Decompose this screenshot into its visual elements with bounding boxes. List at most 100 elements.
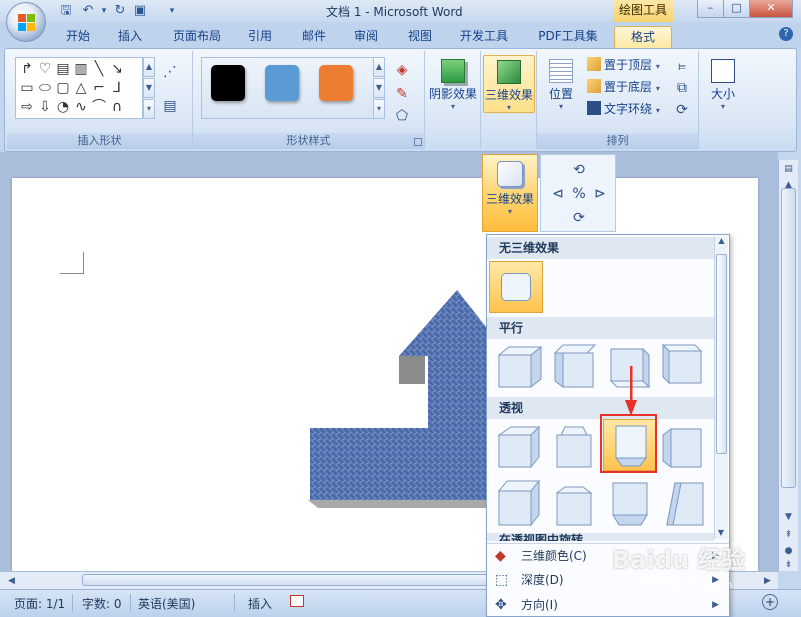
tab-home[interactable]: 开始 xyxy=(58,26,98,48)
tilt-down-icon[interactable]: ⟳ xyxy=(570,209,588,227)
close-button[interactable]: ✕ xyxy=(749,0,793,18)
scroll-left-icon[interactable]: ◀ xyxy=(4,574,19,588)
size-button[interactable]: 大小 ▾ xyxy=(703,55,743,111)
no-3d-option[interactable] xyxy=(489,261,543,313)
perspective-option-8[interactable] xyxy=(659,477,713,529)
arrow-line-icon[interactable]: ↘ xyxy=(108,60,126,78)
parallel-option-2[interactable] xyxy=(547,341,601,393)
style-swatch-black[interactable] xyxy=(211,65,245,101)
tab-mailings[interactable]: 邮件 xyxy=(294,26,334,48)
vertical-scrollbar[interactable]: ▤ ▲ ▼ ⇞ ● ⇟ xyxy=(778,160,798,571)
tab-format[interactable]: 格式 xyxy=(614,26,672,48)
change-shape-icon[interactable]: ⬠ xyxy=(393,107,411,125)
group-icon[interactable]: ⧉ xyxy=(673,79,691,97)
send-to-back-button[interactable]: 置于底层 ▾ xyxy=(587,77,660,97)
tab-insert[interactable]: 插入 xyxy=(110,26,150,48)
shapes-scroll-up-icon[interactable]: ▲ xyxy=(143,57,155,77)
shape-outline-icon[interactable]: ✎ xyxy=(393,85,411,103)
line-icon[interactable]: ╲ xyxy=(90,60,108,78)
rotate-icon[interactable]: ⟳ xyxy=(673,101,691,119)
right-arrow-icon[interactable]: ⇨ xyxy=(18,98,36,116)
word-count[interactable]: 字数: 0 xyxy=(82,595,122,612)
customize-toolbar-icon[interactable]: ▾ xyxy=(164,3,180,19)
style-swatch-orange[interactable] xyxy=(319,65,353,101)
menu-scroll-thumb[interactable] xyxy=(716,254,727,454)
macro-record-icon[interactable] xyxy=(290,595,304,607)
tab-references[interactable]: 引用 xyxy=(240,26,280,48)
shadow-effects-button[interactable]: 阴影效果 ▾ xyxy=(427,55,479,111)
shape-styles-launcher-icon[interactable] xyxy=(414,138,422,146)
redo-icon[interactable]: ↻ xyxy=(112,3,128,19)
shape-fill-icon[interactable]: ◈ xyxy=(393,61,411,79)
tilt-right-icon[interactable]: ⊳ xyxy=(591,185,609,203)
language[interactable]: 英语(美国) xyxy=(138,595,195,612)
menu-scroll-down-icon[interactable]: ▼ xyxy=(715,528,727,537)
styles-scroll-up-icon[interactable]: ▲ xyxy=(373,57,385,77)
tab-review[interactable]: 审阅 xyxy=(346,26,386,48)
perspective-option-4[interactable] xyxy=(659,421,713,473)
callout-icon[interactable]: ◔ xyxy=(54,98,72,116)
styles-scroll-down-icon[interactable]: ▼ xyxy=(373,78,385,98)
menu-scrollbar[interactable]: ▲ ▼ xyxy=(714,236,728,539)
help-icon[interactable]: ? xyxy=(779,27,793,41)
bring-to-front-button[interactable]: 置于顶层 ▾ xyxy=(587,55,660,75)
position-button[interactable]: 位置 ▾ xyxy=(541,55,581,111)
vertical-textbox-icon[interactable]: ▥ xyxy=(72,60,90,78)
horizontal-scroll-thumb[interactable] xyxy=(82,574,512,586)
prev-page-icon[interactable]: ⇞ xyxy=(781,528,796,542)
elbow-arrow-connector-icon[interactable]: ⅃ xyxy=(108,79,126,97)
curve-icon[interactable]: ∩ xyxy=(108,98,126,116)
text-wrap-button[interactable]: 文字环绕 ▾ xyxy=(587,99,660,119)
scroll-down-icon[interactable]: ▼ xyxy=(781,510,796,524)
menu-direction[interactable]: ✥ 方向(I) ▶ xyxy=(487,593,729,617)
tab-page-layout[interactable]: 页面布局 xyxy=(166,26,228,48)
undo-dropdown-icon[interactable]: ▾ xyxy=(96,3,112,19)
styles-more-icon[interactable]: ▾ xyxy=(373,99,385,119)
scroll-right-icon[interactable]: ▶ xyxy=(760,574,775,588)
3d-effects-button[interactable]: 三维效果 ▾ xyxy=(482,154,538,232)
tab-pdf-tools[interactable]: PDF工具集 xyxy=(530,26,606,48)
down-arrow-icon[interactable]: ⇩ xyxy=(36,98,54,116)
rounded-rect-icon[interactable]: ▢ xyxy=(54,79,72,97)
shapes-more-icon[interactable]: ▾ xyxy=(143,99,155,119)
edit-shape-icon[interactable]: ⋰ xyxy=(161,63,179,81)
draw-textbox-icon[interactable]: ▤ xyxy=(161,97,179,115)
undo-icon[interactable]: ↶ xyxy=(80,3,96,19)
style-swatch-blue[interactable] xyxy=(265,65,299,101)
perspective-option-1[interactable] xyxy=(493,421,547,473)
next-page-icon[interactable]: ⇟ xyxy=(781,558,796,572)
minimize-button[interactable]: – xyxy=(697,0,724,18)
tab-view[interactable]: 视图 xyxy=(400,26,440,48)
insert-mode[interactable]: 插入 xyxy=(248,595,272,612)
ruler-toggle-icon[interactable]: ▤ xyxy=(781,162,796,176)
rectangle-icon[interactable]: ▭ xyxy=(18,79,36,97)
print-preview-icon[interactable]: ▣ xyxy=(132,3,148,19)
perspective-option-7[interactable] xyxy=(603,477,657,529)
office-button[interactable] xyxy=(6,2,46,42)
shapes-scroll-down-icon[interactable]: ▼ xyxy=(143,78,155,98)
3d-effects-ribbon-button[interactable]: 三维效果 ▾ xyxy=(483,55,535,113)
parallel-option-1[interactable] xyxy=(493,341,547,393)
perspective-option-2[interactable] xyxy=(547,421,601,473)
heart-icon[interactable]: ♡ xyxy=(36,60,54,78)
elbow-connector-icon[interactable]: ⌐ xyxy=(90,79,108,97)
tilt-up-icon[interactable]: ⟲ xyxy=(570,161,588,179)
shapes-gallery[interactable]: ↱ ♡ ▤ ▥ ╲ ↘ ▭ ⬭ ▢ △ ⌐ ⅃ ⇨ ⇩ ◔ ∿ ⌒ ∩ xyxy=(15,57,143,119)
arc-icon[interactable]: ⌒ xyxy=(90,98,108,116)
select-browse-icon[interactable]: ● xyxy=(781,544,796,558)
squiggle-icon[interactable]: ∿ xyxy=(72,98,90,116)
tilt-left-icon[interactable]: ⊲ xyxy=(549,185,567,203)
align-icon[interactable]: ⫢ xyxy=(673,57,691,75)
perspective-option-6[interactable] xyxy=(547,477,601,529)
page-count[interactable]: 页面: 1/1 xyxy=(14,595,65,612)
textbox-icon[interactable]: ▤ xyxy=(54,60,72,78)
menu-scroll-up-icon[interactable]: ▲ xyxy=(715,236,728,245)
zoom-in-icon[interactable]: + xyxy=(762,594,778,610)
elbow-arrow-icon[interactable]: ↱ xyxy=(18,60,36,78)
maximize-button[interactable]: □ xyxy=(723,0,750,18)
parallel-option-4[interactable] xyxy=(659,341,713,393)
perspective-option-5[interactable] xyxy=(493,477,547,529)
oval-icon[interactable]: ⬭ xyxy=(36,79,54,97)
3d-shape[interactable] xyxy=(300,282,500,512)
triangle-icon[interactable]: △ xyxy=(72,79,90,97)
